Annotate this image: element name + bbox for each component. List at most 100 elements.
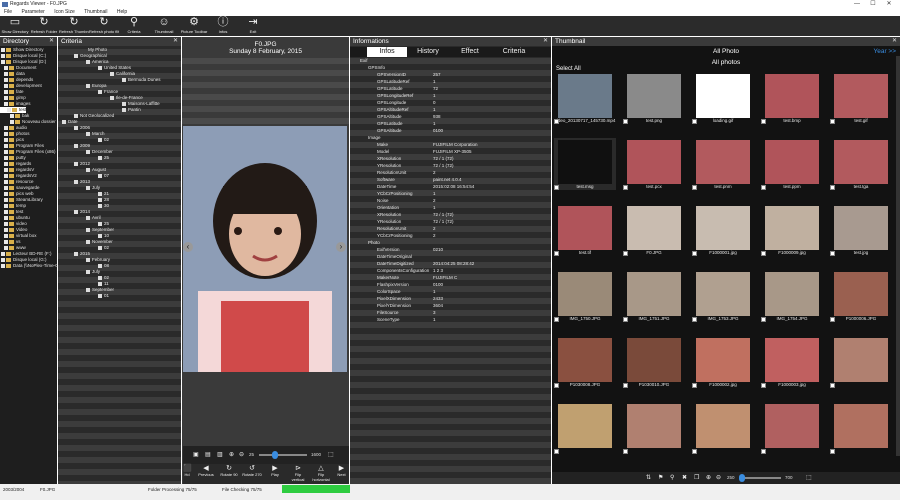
thumbnail-item[interactable]: IMG_1751.JPG — [623, 270, 685, 322]
directory-checkbox[interactable] — [4, 101, 8, 106]
thumbnail-checkbox[interactable] — [692, 383, 697, 388]
directory-checkbox[interactable] — [4, 245, 8, 250]
rotate-90-button[interactable]: ↻ Rotate 90 — [219, 464, 239, 477]
thumbnail-checkbox[interactable] — [692, 317, 697, 322]
criteria-checkbox[interactable] — [98, 203, 102, 208]
previous-arrow-icon[interactable]: ‹ — [183, 242, 193, 252]
criteria-item[interactable]: Not Geolocalized — [74, 113, 114, 119]
image-icon[interactable]: ▤ — [205, 451, 211, 458]
thumbnail-checkbox[interactable] — [554, 383, 559, 388]
criteria-checkbox[interactable] — [98, 245, 102, 250]
criteria-checkbox[interactable] — [86, 149, 90, 154]
criteria-checkbox[interactable] — [86, 59, 90, 64]
criteria-checkbox[interactable] — [98, 275, 102, 280]
criteria-checkbox[interactable] — [98, 281, 102, 286]
flip-vertical-button[interactable]: ⊳ Flip vertical — [288, 464, 308, 482]
thumbnail-item[interactable]: loading.gif — [692, 72, 754, 124]
criteria-checkbox[interactable] — [98, 155, 102, 160]
thumbnail-item[interactable] — [830, 336, 892, 388]
rotate-270-button[interactable]: ↺ Rotate 270 — [242, 464, 262, 477]
tag-icon[interactable]: ⚑ — [658, 474, 663, 481]
close-icon[interactable]: ✕ — [892, 37, 897, 46]
menu-help[interactable]: Help — [117, 9, 127, 15]
thumbnail-item[interactable]: IMG_1754.JPG — [761, 270, 823, 322]
thumbnail-scrollbar[interactable] — [896, 56, 900, 456]
directory-checkbox[interactable] — [4, 239, 8, 244]
tab-infos[interactable]: Infos — [367, 47, 407, 57]
print-icon[interactable]: ▥ — [217, 451, 223, 458]
fit-icon[interactable]: ⬚ — [806, 474, 812, 481]
thumbnail-checkbox[interactable] — [692, 251, 697, 256]
exit-button[interactable]: ⇥ Exit — [238, 16, 268, 36]
thumbnail-item[interactable]: test.gif — [830, 72, 892, 124]
zoom-slider-knob[interactable] — [272, 451, 279, 459]
close-icon[interactable]: ✕ — [173, 37, 178, 46]
criteria-item[interactable]: 25 — [98, 155, 109, 161]
thumbnail-item[interactable] — [761, 402, 823, 454]
directory-checkbox[interactable] — [4, 65, 8, 70]
criteria-button[interactable]: ⚲ Criteria — [119, 16, 149, 36]
thumbnail-item[interactable]: test.bmp — [761, 72, 823, 124]
criteria-checkbox[interactable] — [110, 95, 114, 100]
criteria-checkbox[interactable] — [86, 239, 90, 244]
thumb-zoom-knob[interactable] — [739, 474, 745, 482]
thumbnail-item[interactable]: P1030008.JPG — [554, 336, 616, 388]
directory-checkbox[interactable] — [4, 227, 8, 232]
directory-checkbox[interactable] — [1, 59, 5, 64]
flip-horizontal-button[interactable]: △ Flip horizontal — [311, 464, 331, 482]
criteria-item[interactable]: Bermuda Dunes — [122, 77, 161, 83]
thumbnail-item[interactable]: test.tga — [830, 138, 892, 190]
criteria-checkbox[interactable] — [86, 167, 90, 172]
next-button[interactable]: ▶ Next — [334, 464, 349, 477]
directory-checkbox[interactable] — [4, 233, 8, 238]
directory-checkbox[interactable] — [4, 179, 8, 184]
thumbnail-checkbox[interactable] — [554, 119, 559, 124]
thumbnail-checkbox[interactable] — [761, 119, 766, 124]
criteria-checkbox[interactable] — [98, 293, 102, 298]
criteria-checkbox[interactable] — [86, 287, 90, 292]
thumbnail-checkbox[interactable] — [623, 383, 628, 388]
directory-checkbox[interactable] — [4, 155, 8, 160]
thumbnail-item[interactable]: F1000002.jpg — [692, 336, 754, 388]
previous-button[interactable]: ◀ Previous — [196, 464, 216, 477]
criteria-checkbox[interactable] — [98, 263, 102, 268]
thumbnail-checkbox[interactable] — [623, 119, 628, 124]
directory-checkbox[interactable] — [4, 215, 8, 220]
thumbnail-checkbox[interactable] — [554, 185, 559, 190]
hd-button[interactable]: ⬛ Hd — [183, 464, 192, 477]
thumbnail-checkbox[interactable] — [830, 119, 835, 124]
criteria-checkbox[interactable] — [98, 197, 102, 202]
thumbnail-checkbox[interactable] — [554, 317, 559, 322]
criteria-checkbox[interactable] — [86, 227, 90, 232]
directory-checkbox[interactable] — [4, 191, 8, 196]
criteria-item[interactable]: Pantin — [122, 107, 141, 113]
thumbnail-checkbox[interactable] — [830, 449, 835, 454]
criteria-checkbox[interactable] — [110, 71, 114, 76]
thumbnail-item[interactable]: IMG_1750.JPG — [554, 270, 616, 322]
criteria-checkbox[interactable] — [86, 269, 90, 274]
criteria-checkbox[interactable] — [122, 107, 126, 112]
thumbnail-item[interactable] — [554, 402, 616, 454]
thumbnail-checkbox[interactable] — [623, 449, 628, 454]
criteria-checkbox[interactable] — [98, 191, 102, 196]
directory-item[interactable]: Data (\\NoPlex-Time-Ca — [0, 263, 61, 269]
criteria-checkbox[interactable] — [74, 179, 78, 184]
criteria-item[interactable]: 07 — [98, 173, 109, 179]
copy-icon[interactable]: ❐ — [694, 474, 699, 481]
thumbnail-item[interactable]: test.pcx — [623, 138, 685, 190]
directory-checkbox[interactable] — [4, 137, 8, 142]
directory-checkbox[interactable] — [4, 131, 8, 136]
criteria-checkbox[interactable] — [74, 53, 78, 58]
thumbnail-checkbox[interactable] — [761, 449, 766, 454]
directory-checkbox[interactable] — [4, 95, 8, 100]
thumbnail-item[interactable]: test.jpg — [830, 204, 892, 256]
sort-icon[interactable]: ⇅ — [646, 474, 651, 481]
zoom-in-icon[interactable]: ⊕ — [229, 451, 234, 458]
criteria-checkbox[interactable] — [86, 185, 90, 190]
criteria-checkbox[interactable] — [74, 161, 78, 166]
infos-button[interactable]: ⓘ Infos — [208, 16, 238, 36]
refresh-thumbnail-button[interactable]: ↻Refresh Thumbnail — [59, 16, 89, 36]
thumbnail-checkbox[interactable] — [692, 185, 697, 190]
directory-checkbox[interactable] — [4, 71, 8, 76]
picture-toolbar-button[interactable]: ⚙ Picture Toolbar — [179, 16, 209, 36]
